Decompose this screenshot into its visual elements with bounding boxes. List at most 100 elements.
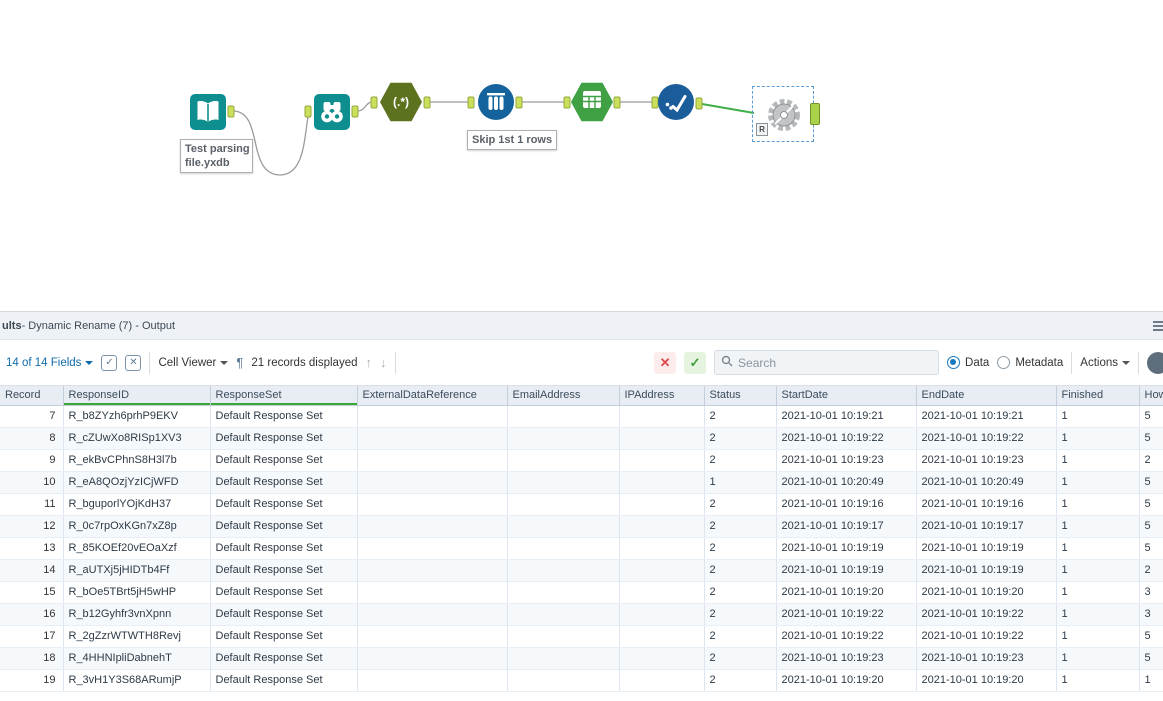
table-row[interactable]: 13 R_85KOEf20vEOaXzf Default Response Set 2… [0, 537, 1163, 560]
arrow-down-icon[interactable]: ↓ [380, 355, 387, 370]
cell[interactable]: 5 [1139, 647, 1163, 670]
cell[interactable]: 2021-10-01 10:20:49 [776, 471, 917, 494]
cell[interactable]: 2021-10-01 10:19:22 [916, 625, 1057, 648]
cell[interactable]: 15 [0, 581, 64, 604]
cell[interactable]: 2 [704, 669, 777, 692]
table-row[interactable]: 18 R_4HHNIpliDabnehT Default Response Set 2… [0, 647, 1163, 670]
cell[interactable]: 1 [1056, 647, 1140, 670]
cell[interactable] [507, 515, 620, 538]
cell[interactable]: 1 [1056, 493, 1140, 516]
cell[interactable]: 2021-10-01 10:19:20 [776, 581, 917, 604]
column-header-emailaddress[interactable]: EmailAddress [507, 386, 620, 406]
column-header-responseset[interactable]: ResponseSet [210, 386, 358, 406]
cell[interactable]: Default Response Set [210, 581, 358, 604]
column-header-startdate[interactable]: StartDate [776, 386, 917, 406]
column-header-status[interactable]: Status [704, 386, 777, 406]
cell[interactable]: 3 [1139, 581, 1163, 604]
cell-viewer-dropdown[interactable]: Cell Viewer [158, 357, 229, 369]
cell[interactable] [507, 537, 620, 560]
selected-output-anchor[interactable] [810, 103, 820, 125]
cell[interactable] [507, 647, 620, 670]
cell[interactable]: 2021-10-01 10:20:49 [916, 471, 1057, 494]
cell[interactable]: R_aUTXj5jHIDTb4Ff [63, 559, 211, 582]
tool-browse[interactable] [314, 94, 350, 130]
cell[interactable]: 2021-10-01 10:19:19 [776, 559, 917, 582]
column-header-record[interactable]: Record [0, 386, 64, 406]
cell[interactable] [619, 647, 705, 670]
cell[interactable]: 5 [1139, 515, 1163, 538]
table-row[interactable]: 7 R_b8ZYzh6prhP9EKV Default Response Set 2 2… [0, 405, 1163, 428]
output-anchor[interactable] [515, 96, 523, 109]
cell[interactable]: 2021-10-01 10:19:23 [776, 647, 917, 670]
cell[interactable]: 2021-10-01 10:19:19 [916, 559, 1057, 582]
cell[interactable]: 2 [704, 625, 777, 648]
cell[interactable]: 12 [0, 515, 64, 538]
connection-wire[interactable] [357, 101, 373, 112]
cell[interactable]: 1 [1056, 581, 1140, 604]
cell[interactable]: 5 [1139, 471, 1163, 494]
cell[interactable]: 9 [0, 449, 64, 472]
cell[interactable] [619, 449, 705, 472]
cell[interactable] [357, 515, 508, 538]
cell[interactable]: R_ekBvCPhnS8H3l7b [63, 449, 211, 472]
output-anchor[interactable] [695, 97, 703, 110]
cell[interactable]: Default Response Set [210, 559, 358, 582]
cell[interactable]: 2021-10-01 10:19:23 [776, 449, 917, 472]
column-header-ipaddress[interactable]: IPAddress [619, 386, 705, 406]
cell[interactable]: Default Response Set [210, 625, 358, 648]
cell[interactable] [357, 405, 508, 428]
cell[interactable]: 5 [1139, 427, 1163, 450]
cell[interactable] [357, 603, 508, 626]
cell[interactable]: Default Response Set [210, 603, 358, 626]
cell[interactable]: 2 [704, 405, 777, 428]
cell[interactable]: Default Response Set [210, 647, 358, 670]
cell[interactable]: Default Response Set [210, 537, 358, 560]
cell[interactable]: 1 [1056, 405, 1140, 428]
cell[interactable]: 2 [704, 581, 777, 604]
cell[interactable] [619, 669, 705, 692]
cell[interactable]: 2 [704, 515, 777, 538]
cell[interactable]: 2021-10-01 10:19:16 [916, 493, 1057, 516]
cell[interactable]: 2021-10-01 10:19:20 [916, 669, 1057, 692]
cell[interactable] [357, 471, 508, 494]
cell[interactable]: R_0c7rpOxKGn7xZ8p [63, 515, 211, 538]
cell[interactable]: 7 [0, 405, 64, 428]
selected-connection-wire[interactable] [701, 103, 755, 114]
cell[interactable]: 2021-10-01 10:19:22 [916, 427, 1057, 450]
cell[interactable]: 2021-10-01 10:19:16 [776, 493, 917, 516]
cell[interactable]: 2021-10-01 10:19:20 [776, 669, 917, 692]
cell[interactable]: 2021-10-01 10:19:21 [776, 405, 917, 428]
cell[interactable]: Default Response Set [210, 515, 358, 538]
cell[interactable]: 2021-10-01 10:19:19 [776, 537, 917, 560]
select-all-fields-icon[interactable]: ✓ [101, 354, 118, 371]
table-row[interactable]: 16 R_b12Gyhfr3vnXpnn Default Response Set 2… [0, 603, 1163, 626]
cell[interactable]: R_b8ZYzh6prhP9EKV [63, 405, 211, 428]
input-anchor[interactable] [563, 96, 571, 109]
results-menu-icon[interactable] [1153, 320, 1163, 331]
cell[interactable]: 5 [1139, 493, 1163, 516]
cell[interactable] [619, 537, 705, 560]
metadata-radio[interactable]: Metadata [997, 356, 1063, 369]
cell[interactable] [619, 559, 705, 582]
cell[interactable] [507, 669, 620, 692]
cell[interactable]: Default Response Set [210, 493, 358, 516]
errors-filter-icon[interactable]: ✕ [654, 351, 677, 374]
cell[interactable]: 2021-10-01 10:19:22 [776, 625, 917, 648]
cell[interactable] [507, 559, 620, 582]
fields-dropdown[interactable]: 14 of 14 Fields [6, 357, 94, 369]
cell[interactable]: R_bOe5TBrt5jH5wHP [63, 581, 211, 604]
cell[interactable]: 1 [1056, 559, 1140, 582]
table-row[interactable]: 9 R_ekBvCPhnS8H3l7b Default Response Set 2 2… [0, 449, 1163, 472]
cell[interactable]: R_4HHNIpliDabnehT [63, 647, 211, 670]
cell[interactable]: 1 [1056, 669, 1140, 692]
input-anchor[interactable] [370, 96, 378, 109]
cell[interactable]: R_b12Gyhfr3vnXpnn [63, 603, 211, 626]
cell[interactable] [507, 405, 620, 428]
cell[interactable]: 2 [1139, 449, 1163, 472]
cell[interactable]: 2 [704, 493, 777, 516]
cell[interactable]: R_bguporlYOjKdH37 [63, 493, 211, 516]
cell[interactable] [619, 405, 705, 428]
cell[interactable]: 1 [1056, 625, 1140, 648]
cell[interactable] [619, 515, 705, 538]
output-anchor[interactable] [423, 96, 431, 109]
